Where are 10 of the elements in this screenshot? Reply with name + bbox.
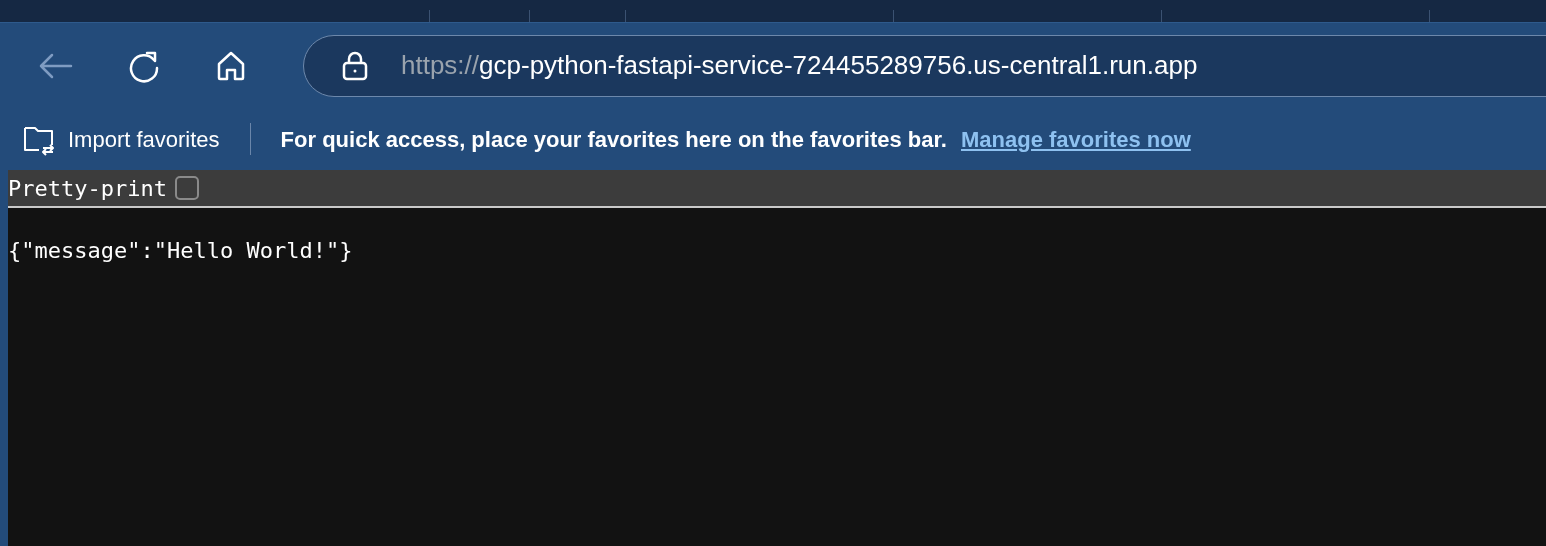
favorites-hint: For quick access, place your favorites here on the favorites bar. (280, 125, 947, 154)
pretty-print-label: Pretty-print (8, 174, 167, 203)
import-favorites-button[interactable]: Import favorites (22, 122, 220, 156)
home-icon[interactable] (215, 49, 247, 82)
pretty-print-checkbox[interactable] (174, 176, 199, 200)
json-response-text: {"message":"Hello World!"} (8, 237, 354, 265)
manage-favorites-link[interactable]: Manage favorites now (961, 122, 1191, 156)
lock-icon (342, 50, 368, 81)
back-icon[interactable] (38, 51, 74, 80)
address-field[interactable]: https://gcp-python-fastapi-service-724455289756.us-central1.run.app (303, 34, 1546, 97)
